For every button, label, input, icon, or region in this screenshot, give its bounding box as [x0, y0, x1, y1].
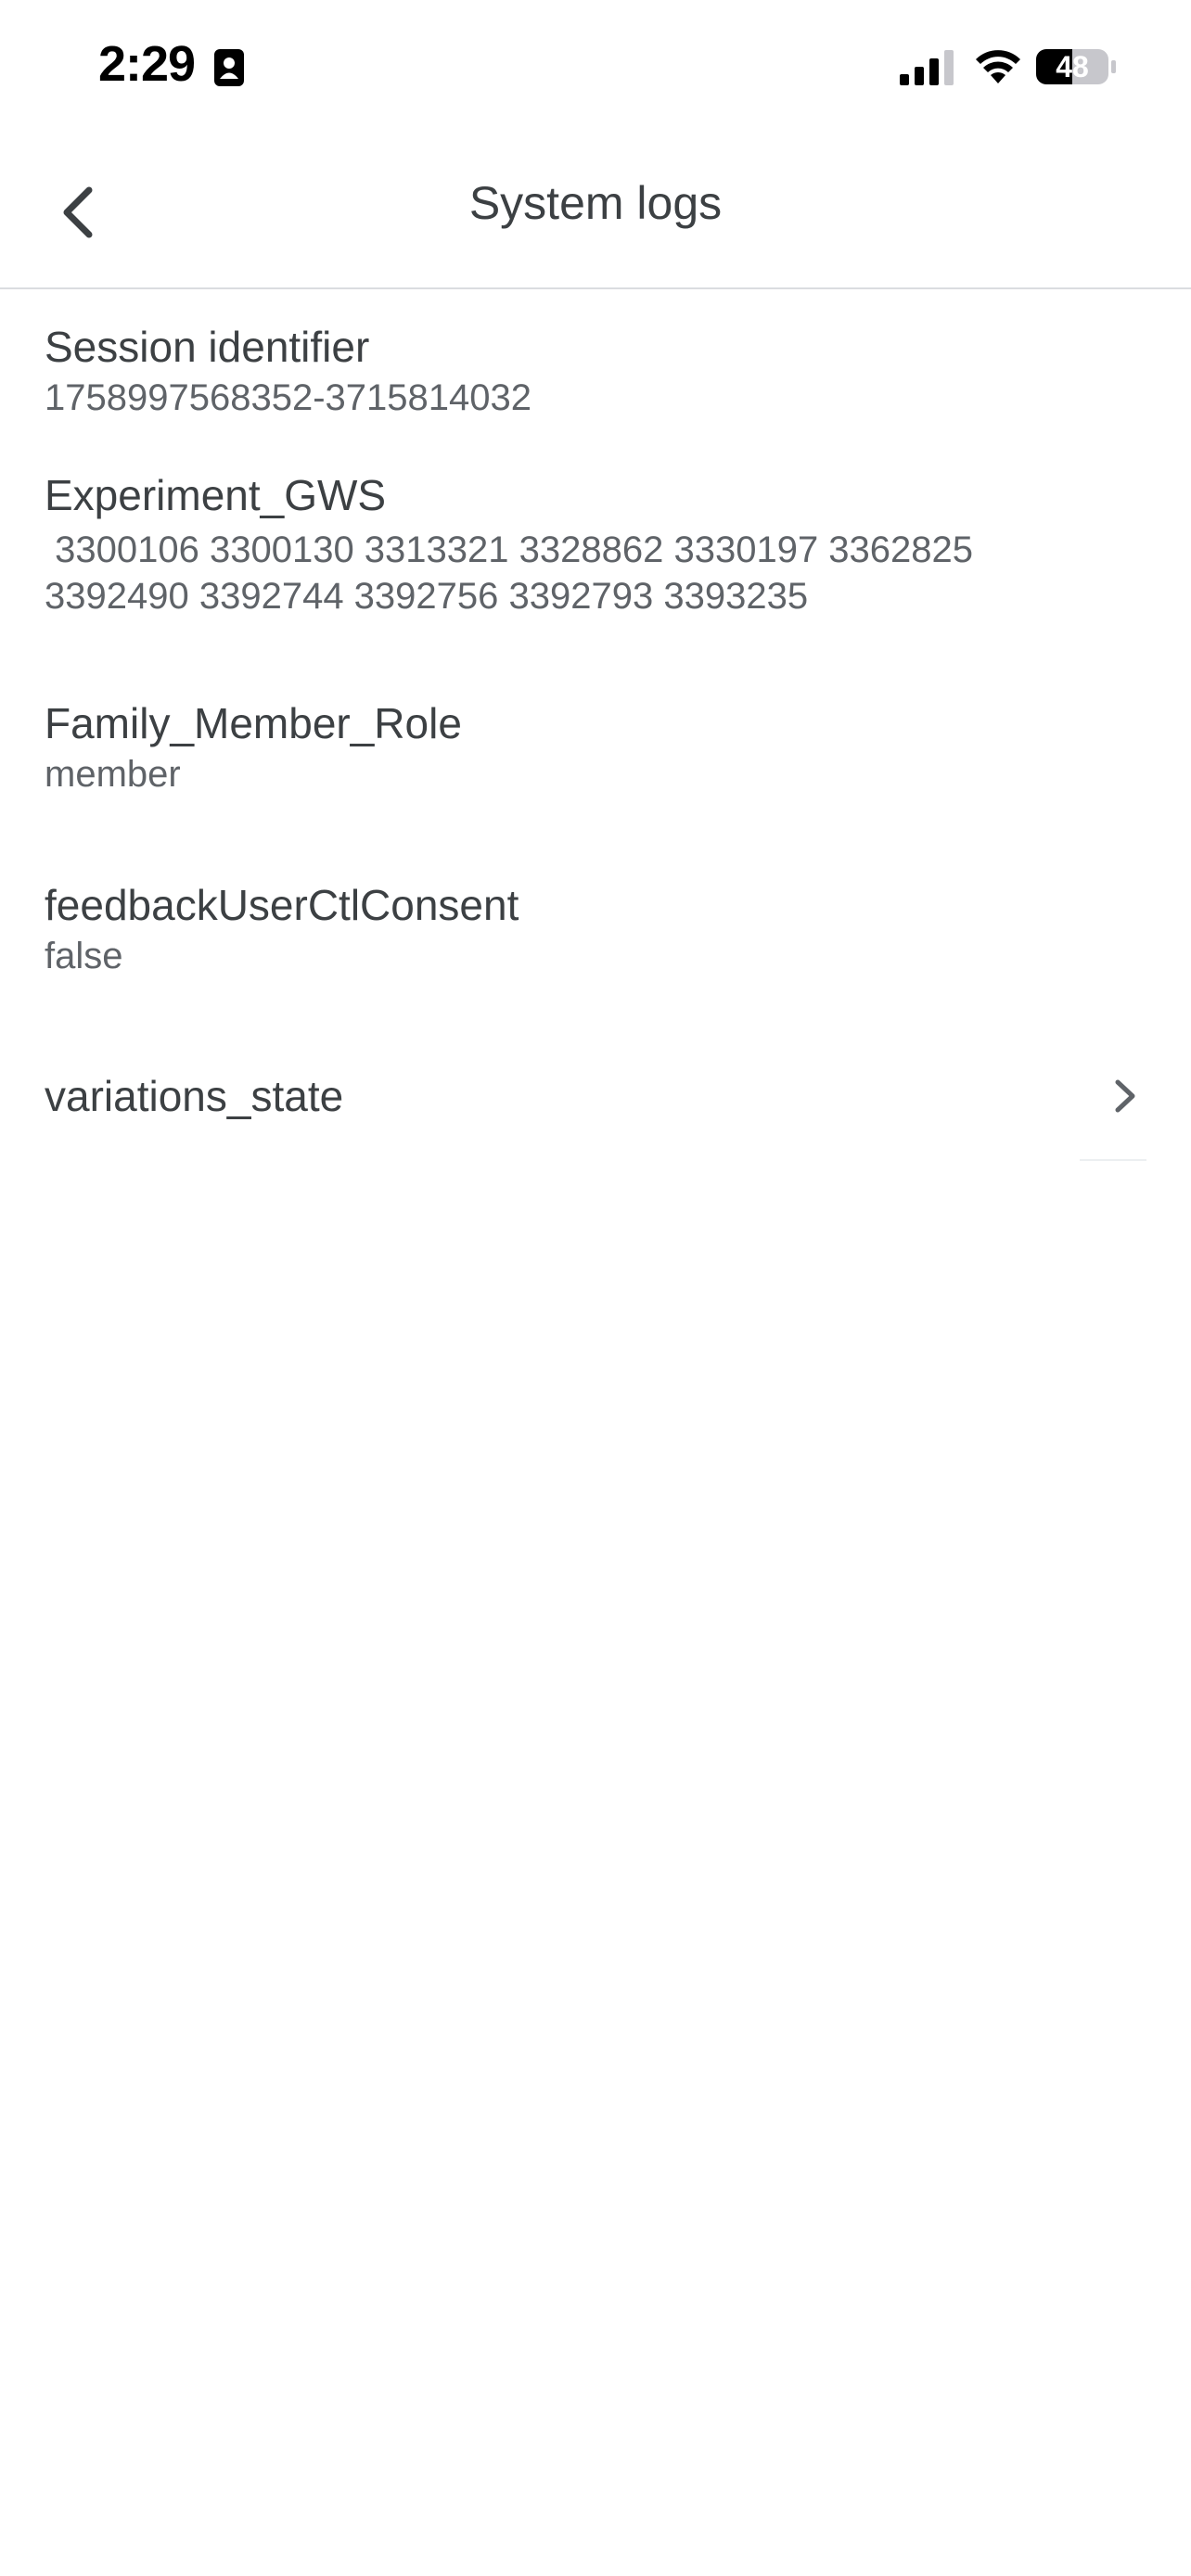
chevron-right-icon	[1115, 1079, 1135, 1113]
contact-card-icon	[214, 49, 244, 86]
item-key: feedbackUserCtlConsent	[45, 881, 519, 929]
item-value: member	[45, 754, 181, 795]
status-time: 2:29	[98, 36, 196, 92]
app-bar: System logs	[0, 139, 1191, 289]
signal-icon	[900, 50, 954, 85]
status-bar: 2:29 48	[0, 0, 1191, 139]
item-value: 3300106 3300130 3313321 3328862 3330197 …	[45, 529, 974, 617]
item-value: 1758997568352-3715814032	[45, 377, 531, 418]
divider	[1080, 1159, 1146, 1161]
item-value: false	[45, 936, 123, 976]
item-key: Family_Member_Role	[45, 699, 462, 747]
wifi-icon	[976, 50, 1020, 83]
screen: 2:29 48 System logs Session identifier 1…	[0, 0, 1191, 2576]
list-item-session-identifier: Session identifier 1758997568352-3715814…	[0, 289, 1191, 440]
item-key: Session identifier	[45, 323, 370, 371]
battery-level: 48	[1056, 50, 1089, 83]
list-item-family-member-role: Family_Member_Role member	[0, 668, 1191, 849]
page-title: System logs	[468, 177, 723, 229]
system-logs-list: Session identifier 1758997568352-3715814…	[0, 289, 1191, 1161]
list-item-feedback-user-ctl-consent: feedbackUserCtlConsent false	[0, 849, 1191, 1031]
item-key: variations_state	[45, 1072, 344, 1120]
item-key: Experiment_GWS	[45, 471, 387, 519]
list-item-variations-state[interactable]: variations_state	[0, 1031, 1191, 1161]
list-item-experiment-gws: Experiment_GWS 3300106 3300130 3313321 3…	[0, 440, 1191, 668]
